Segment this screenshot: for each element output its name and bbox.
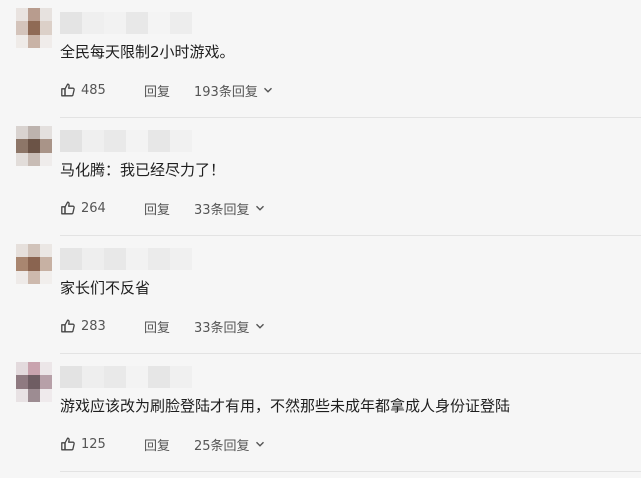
comment-item: 全民每天限制2小时游戏。 485 回复 193条回复 xyxy=(0,0,641,118)
comment-text: 家长们不反省 xyxy=(60,279,151,297)
reply-button[interactable]: 回复 xyxy=(144,199,194,218)
username-blurred[interactable] xyxy=(60,366,192,388)
like-button[interactable]: 283 xyxy=(60,318,144,334)
avatar[interactable] xyxy=(16,244,52,284)
like-button[interactable]: 264 xyxy=(60,200,144,216)
username-blurred[interactable] xyxy=(60,12,192,34)
comment-text: 全民每天限制2小时游戏。 xyxy=(60,43,235,61)
comment-actions: 125 回复 25条回复 xyxy=(60,434,265,454)
comment-item: 游戏应该改为刷脸登陆才有用，不然那些未成年都拿成人身份证登陆 125 回复 25条回复 xyxy=(0,354,641,472)
comment-item: 家长们不反省 283 回复 33条回复 xyxy=(0,236,641,354)
avatar[interactable] xyxy=(16,362,52,402)
replies-count-label: 33条回复 xyxy=(194,202,250,218)
reply-button[interactable]: 回复 xyxy=(144,435,194,454)
username-blurred[interactable] xyxy=(60,130,192,152)
like-button[interactable]: 125 xyxy=(60,436,144,452)
comment-actions: 264 回复 33条回复 xyxy=(60,198,265,218)
comment-text: 游戏应该改为刷脸登陆才有用，不然那些未成年都拿成人身份证登陆 xyxy=(60,397,511,415)
comment-actions: 283 回复 33条回复 xyxy=(60,316,265,336)
replies-count-label: 25条回复 xyxy=(194,438,250,454)
view-replies-button[interactable]: 193条回复 xyxy=(194,81,273,100)
username-blurred[interactable] xyxy=(60,248,192,270)
reply-button[interactable]: 回复 xyxy=(144,81,194,100)
chevron-down-icon xyxy=(250,439,265,449)
like-count: 283 xyxy=(81,318,106,334)
like-count: 125 xyxy=(81,436,106,452)
comment-actions: 485 回复 193条回复 xyxy=(60,80,273,100)
thumbs-up-icon xyxy=(60,82,81,98)
view-replies-button[interactable]: 33条回复 xyxy=(194,199,265,218)
like-count: 485 xyxy=(81,82,106,98)
avatar[interactable] xyxy=(16,8,52,48)
avatar[interactable] xyxy=(16,126,52,166)
like-button[interactable]: 485 xyxy=(60,82,144,98)
replies-count-label: 33条回复 xyxy=(194,320,250,336)
reply-button[interactable]: 回复 xyxy=(144,317,194,336)
view-replies-button[interactable]: 25条回复 xyxy=(194,435,265,454)
thumbs-up-icon xyxy=(60,318,81,334)
view-replies-button[interactable]: 33条回复 xyxy=(194,317,265,336)
replies-count-label: 193条回复 xyxy=(194,84,258,100)
chevron-down-icon xyxy=(250,321,265,331)
comment-item: 马化腾：我已经尽力了！ 264 回复 33条回复 xyxy=(0,118,641,236)
thumbs-up-icon xyxy=(60,200,81,216)
thumbs-up-icon xyxy=(60,436,81,452)
divider xyxy=(60,471,641,472)
chevron-down-icon xyxy=(250,203,265,213)
like-count: 264 xyxy=(81,200,106,216)
chevron-down-icon xyxy=(258,85,273,95)
comment-text: 马化腾：我已经尽力了！ xyxy=(60,161,226,179)
